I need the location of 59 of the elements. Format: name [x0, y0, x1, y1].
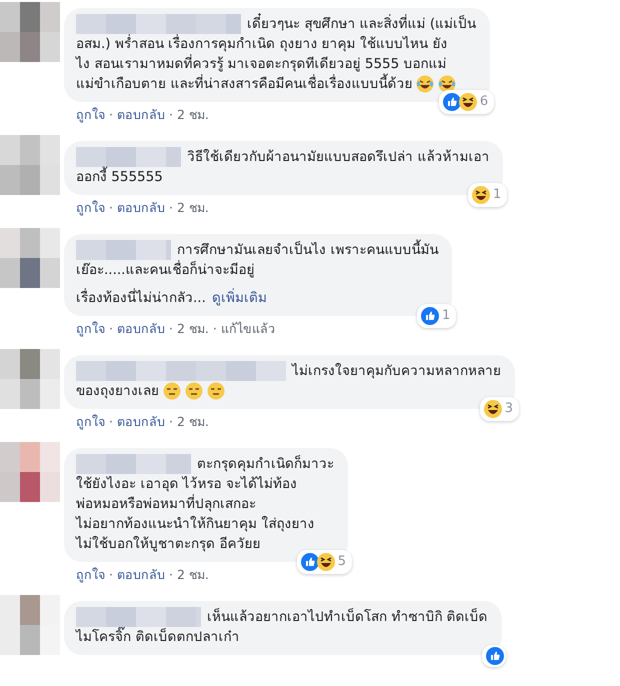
separator-dot: ·	[109, 414, 113, 430]
comment-text: ไม่เกรงใจยาคุมกับความหลากหลาย	[292, 362, 501, 381]
separator-dot: ·	[109, 567, 113, 583]
action-link[interactable]: ถูกใจ	[76, 321, 105, 337]
comment-text: ไม่ใช้บอกให้บูชาตะกรุด อีควัยย	[76, 535, 260, 554]
timestamp: 2 ชม.	[176, 567, 209, 583]
timestamp: 2 ชม.	[176, 414, 209, 430]
thumbs-up-icon	[486, 647, 504, 665]
action-link[interactable]: ตอบกลับ	[116, 321, 165, 337]
comment-text: พ่อหมอหรือพ่อหมาที่ปลุกเสกอะ	[76, 494, 256, 514]
comment-text: วิธีใช้เดียวกับผ้าอนามัยแบบสอดรึเปล่า แล้วห้ามเอา	[187, 148, 490, 167]
expressionless-face-icon	[207, 382, 225, 400]
laughing-face-icon	[416, 75, 434, 93]
edited-label: แก้ไขแล้ว	[220, 321, 275, 337]
separator-dot: ·	[168, 567, 173, 583]
comment-text: อสม.) พร่ำสอน เรื่องการคุมกำเนิด ถุงยาง ยาคุม ใช้แบบไหน ยัง	[76, 34, 448, 54]
thumbs-up-icon	[421, 307, 440, 325]
comment-text: ไง สอนเรามาหมดที่ควรรู้ มาเจอตะกรุดทีเดียวอยู่ 5555 บอกแม่	[76, 54, 447, 74]
comment-text: ใช้ยังไงอะ เอาอุด ไว้หรอ จะได้ไม่ท้อง	[76, 475, 297, 494]
action-link[interactable]: ถูกใจ	[76, 567, 105, 583]
timestamp: 2 ชม.	[176, 107, 209, 123]
thumbs-up-icon	[300, 553, 319, 571]
expressionless-face-icon	[185, 382, 203, 400]
comment-text: เรื่องท้องนี่ไม่น่ากลัว...	[76, 290, 206, 306]
thumbs-up-icon	[442, 93, 461, 111]
action-link[interactable]: ตอบกลับ	[116, 414, 165, 430]
timestamp: 2 ชม.	[176, 200, 209, 216]
laughing-face-icon	[458, 93, 477, 111]
comment-text: เห็นแล้วอยากเอาไปทำเบ็ดโสก ทำซาบิกิ ติดเบ็ด	[207, 607, 488, 627]
comment-text: ออกงี้ 555555	[76, 167, 163, 187]
action-link[interactable]: ถูกใจ	[76, 107, 105, 123]
see-more-link[interactable]: ดูเพิ่มเติม	[212, 290, 267, 306]
separator-dot: ·	[168, 321, 173, 337]
action-link[interactable]: ตอบกลับ	[116, 107, 165, 123]
action-link[interactable]: ถูกใจ	[76, 414, 105, 430]
separator-dot: ·	[212, 321, 217, 337]
action-link[interactable]: ตอบกลับ	[116, 567, 165, 583]
separator-dot: ·	[168, 107, 173, 123]
comment-text: เย๊อะ.....และคนเชื่อก็น่าจะมีอยู่	[76, 260, 254, 280]
timestamp: 2 ชม.	[176, 321, 209, 337]
comment-text: ไม่อยากท้องแนะนำให้กินยาคุม ใส่ถุงยาง	[76, 515, 314, 534]
comment-text: เดี๋ยวๆนะ สุขศึกษา และสิ่งที่แม่ (แม่เป็น	[247, 14, 476, 34]
comment-text: ตะกรุดคุมกำเนิดก็มาวะ	[197, 454, 334, 474]
comment-text: ของถุงยางเลย	[76, 382, 159, 401]
laughing-face-icon	[472, 186, 490, 204]
separator-dot: ·	[109, 200, 113, 216]
action-link[interactable]: ถูกใจ	[76, 200, 105, 216]
separator-dot: ·	[168, 200, 173, 216]
separator-dot: ·	[109, 321, 113, 337]
separator-dot: ·	[168, 414, 173, 430]
comment-text: แม่ขำเกือบตาย และที่น่าสงสารคือมีคนเชื่อเรื่องแบบนี้ด้วย	[76, 74, 412, 94]
laughing-face-icon	[316, 553, 335, 571]
comment-text: ไมโครจิ๊ก ติดเบ็ดตกปลาเก๋า	[76, 627, 240, 647]
laughing-face-icon	[484, 400, 502, 418]
expressionless-face-icon	[163, 382, 181, 400]
action-link[interactable]: ตอบกลับ	[116, 200, 165, 216]
reaction-badge[interactable]	[482, 645, 506, 667]
comment-text: การศึกษามันเลยจำเป็นไง เพราะคนแบบนี้มัน	[177, 240, 438, 260]
separator-dot: ·	[109, 107, 113, 123]
